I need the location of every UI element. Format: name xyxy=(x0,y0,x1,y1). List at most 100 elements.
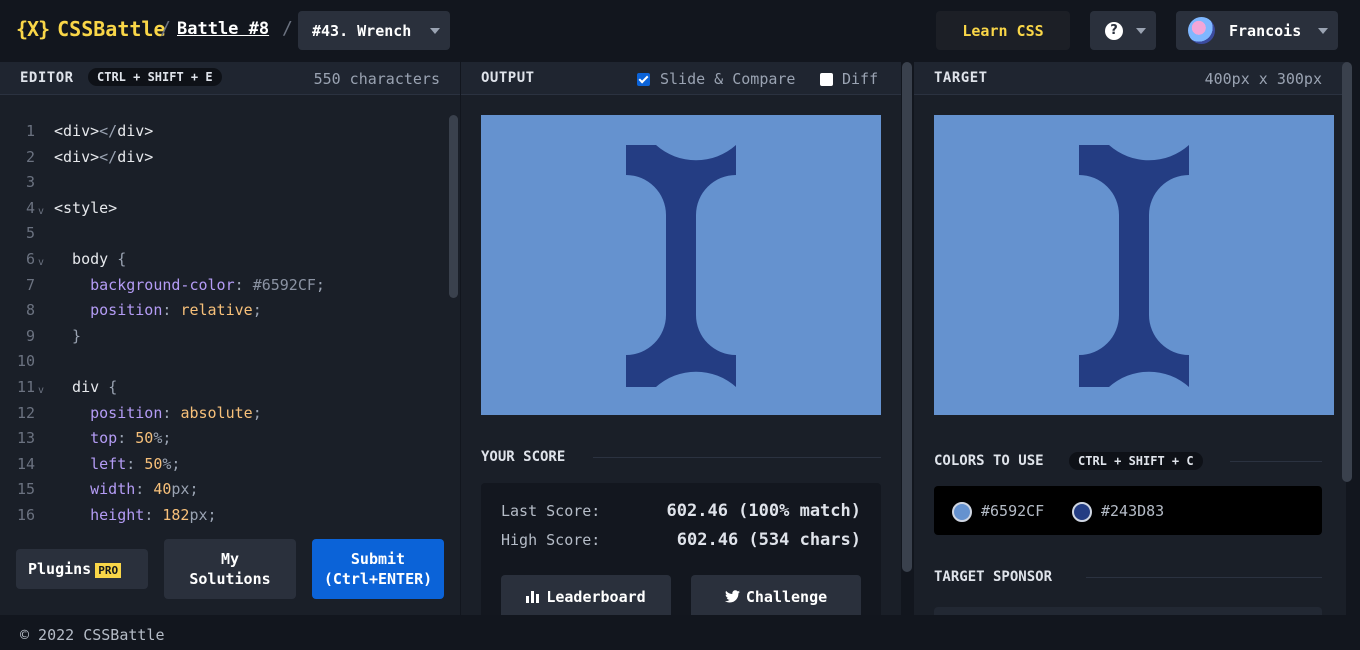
target-wrench-path xyxy=(1079,145,1189,387)
code-token: height xyxy=(54,505,145,524)
user-menu-button[interactable]: Francois xyxy=(1176,11,1338,50)
help-menu-button[interactable]: ? xyxy=(1090,11,1156,50)
code-text: height: 182px; xyxy=(54,503,217,527)
colors-box: #6592CF #243D83 xyxy=(934,486,1322,535)
pro-badge: PRO xyxy=(95,563,122,578)
plugins-button[interactable]: Plugins PRO xyxy=(16,549,148,589)
bar-chart-icon xyxy=(526,591,540,603)
code-text: div { xyxy=(54,375,117,401)
target-scrollbar[interactable] xyxy=(1342,62,1352,482)
code-text: <div></div> xyxy=(54,119,153,145)
code-line[interactable]: 13 top: 50%; xyxy=(0,426,446,452)
color-code[interactable]: #6592CF xyxy=(981,502,1044,520)
code-line[interactable]: 8 position: relative; xyxy=(0,298,446,324)
code-line[interactable]: 9 } xyxy=(0,324,446,350)
code-line[interactable]: 6v body { xyxy=(0,247,446,273)
line-number: 14 xyxy=(16,454,35,473)
challenge-button[interactable]: Challenge xyxy=(691,575,861,619)
code-token: </ xyxy=(99,122,118,140)
code-token: width xyxy=(54,480,136,499)
code-token: relative xyxy=(180,301,253,320)
line-number: 11 xyxy=(16,377,35,396)
last-score-value: 602.46 (100% match) xyxy=(666,501,861,521)
breadcrumb-separator: / xyxy=(160,18,171,39)
code-token: : xyxy=(144,505,163,524)
code-text: width: 40px; xyxy=(54,477,198,503)
sponsor-divider xyxy=(1086,577,1322,578)
learn-css-button[interactable]: Learn CSS xyxy=(936,11,1070,50)
code-token: <div> xyxy=(54,147,100,166)
output-title: OUTPUT xyxy=(481,70,535,86)
diff-label[interactable]: Diff xyxy=(842,70,878,88)
code-token: <style> xyxy=(54,198,118,217)
your-score-title: YOUR SCORE xyxy=(481,449,566,465)
color-code[interactable]: #243D83 xyxy=(1101,502,1164,520)
code-line[interactable]: 12 position: absolute; xyxy=(0,401,446,427)
code-token: %; xyxy=(162,454,181,473)
code-line[interactable]: 10 xyxy=(0,349,446,375)
code-token: </ xyxy=(99,147,118,166)
code-text: } xyxy=(54,324,81,350)
code-token: : xyxy=(234,275,253,294)
line-number: 5 xyxy=(25,224,35,243)
code-token: 50 xyxy=(144,454,163,473)
line-number: 16 xyxy=(16,505,35,524)
code-line[interactable]: 2 <div></div> xyxy=(0,145,446,171)
leaderboard-button[interactable]: Leaderboard xyxy=(501,575,671,619)
code-line[interactable]: 5 xyxy=(0,221,446,247)
score-box: Last Score: 602.46 (100% match) High Sco… xyxy=(481,483,881,623)
code-token: #6592CF xyxy=(252,275,316,294)
code-line[interactable]: 15 width: 40px; xyxy=(0,477,446,503)
code-token: : xyxy=(117,429,136,448)
code-token: px; xyxy=(189,505,217,524)
code-line[interactable]: 7 background-color: #6592CF; xyxy=(0,273,446,299)
target-panel: COLORS TO USE CTRL + SHIFT + C #6592CF #… xyxy=(914,95,1346,617)
code-token: : xyxy=(162,301,181,320)
code-line[interactable]: 16 height: 182px; xyxy=(0,503,446,527)
wrench-path xyxy=(626,145,736,387)
cssbattle-logo[interactable]: {X} CSSBattle xyxy=(16,17,166,41)
target-select-dropdown[interactable]: #43. Wrench xyxy=(298,11,450,50)
line-number: 4 xyxy=(25,198,35,217)
code-line[interactable]: 4 v <style> xyxy=(0,196,446,222)
code-text: <div></div> xyxy=(54,145,153,171)
sponsor-title: TARGET SPONSOR xyxy=(934,569,1053,585)
code-text: left: 50%; xyxy=(54,452,180,478)
code-token: div xyxy=(54,377,109,396)
slide-compare-label[interactable]: Slide & Compare xyxy=(660,70,795,88)
code-area[interactable]: 1 <div></div> 2 <div></div> 3 4 v <style> 5 6 v bo… xyxy=(0,119,446,527)
code-token: %; xyxy=(153,429,172,448)
diff-checkbox[interactable] xyxy=(820,73,833,86)
output-header: OUTPUT Slide & Compare Diff xyxy=(461,62,901,95)
code-token: ; xyxy=(315,275,325,294)
slide-compare-checkbox[interactable] xyxy=(637,73,650,86)
code-line[interactable]: 14 left: 50%; xyxy=(0,452,446,478)
target-dimensions: 400px x 300px xyxy=(1204,70,1322,88)
target-canvas[interactable] xyxy=(934,115,1334,415)
code-token: { xyxy=(117,249,127,268)
battle-link[interactable]: Battle #8 xyxy=(177,19,269,39)
code-token: : xyxy=(135,480,154,499)
output-canvas[interactable] xyxy=(481,115,881,415)
color-swatch[interactable] xyxy=(952,502,972,522)
line-number: 15 xyxy=(16,480,35,499)
line-number: 9 xyxy=(25,326,35,345)
my-solutions-button[interactable]: My Solutions xyxy=(164,539,296,599)
high-score-value: 602.46 (534 chars) xyxy=(676,530,861,550)
code-token: <div> xyxy=(54,122,100,140)
editor-shortcut-badge: CTRL + SHIFT + E xyxy=(88,68,222,86)
user-name: Francois xyxy=(1229,22,1302,40)
code-token: left xyxy=(54,454,127,473)
editor-scrollbar[interactable] xyxy=(449,115,458,298)
code-line[interactable]: 1 <div></div> xyxy=(0,119,446,145)
code-editor[interactable]: 1 <div></div> 2 <div></div> 3 4 v <style> 5 6 v bo… xyxy=(0,95,460,615)
color-swatch[interactable] xyxy=(1072,502,1092,522)
editor-header: EDITOR CTRL + SHIFT + E 550 characters xyxy=(0,62,460,95)
code-token: ; xyxy=(252,301,262,320)
output-scrollbar[interactable] xyxy=(902,62,912,572)
logo-icon: {X} xyxy=(16,17,50,41)
code-line[interactable]: 3 xyxy=(0,170,446,196)
code-line[interactable]: 11 v div { xyxy=(0,375,446,401)
target-title: TARGET xyxy=(934,70,988,86)
submit-button[interactable]: Submit (Ctrl+ENTER) xyxy=(312,539,444,599)
